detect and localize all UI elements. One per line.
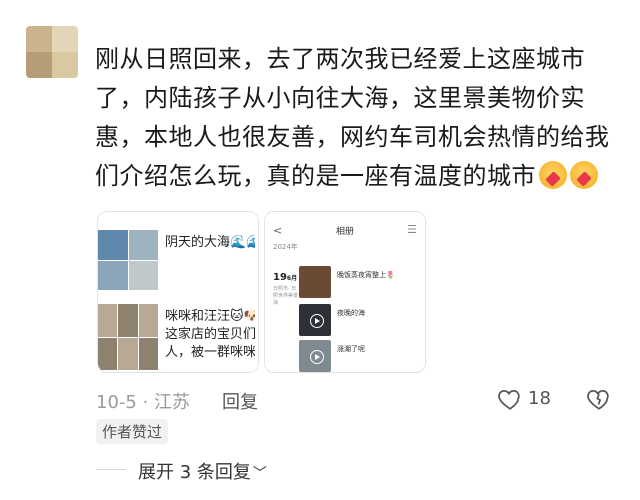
album-location: 日照市· 日照世界美景海 — [273, 286, 299, 306]
comment-body: 刚从日照回来，去了两次我已经爱上这座城市了，内陆孩子从小向往大海，这里景美物价实… — [95, 40, 615, 196]
expand-replies-label: 展开 3 条回复 — [138, 462, 251, 483]
comment-date-location: 10-5 · 江苏 — [96, 392, 191, 413]
attached-album-card[interactable]: < 相册 ☰ 2024年 196月 日照市· 日照世界美景海 晚饭蒸夜宵整上🌷 … — [264, 211, 426, 373]
user-avatar[interactable] — [26, 26, 78, 78]
food-thumbnail — [299, 266, 331, 298]
divider — [96, 469, 126, 470]
play-icon — [310, 314, 324, 328]
menu-icon: ☰ — [407, 223, 417, 236]
album-title: 相册 — [335, 227, 354, 237]
album-date-month: 6月 — [286, 275, 298, 282]
album-entry: 涨潮了呢 — [299, 340, 419, 372]
hugging-emoji-icon — [570, 161, 598, 189]
album-entry: 夜晚的海 — [299, 304, 419, 336]
broken-heart-icon[interactable] — [586, 386, 612, 412]
play-icon — [310, 350, 324, 364]
video-thumbnail — [299, 304, 331, 336]
card-item: 咪咪和汪汪🐱🐶 这家店的宝贝们特 人，被一群咪咪和 — [98, 304, 258, 372]
reply-button[interactable]: 回复 — [222, 388, 258, 414]
album-entry-caption: 涨潮了呢 — [337, 345, 365, 353]
album-date: 196月 — [273, 272, 297, 283]
chevron-down-icon: ﹀ — [252, 466, 267, 482]
expand-replies-button[interactable]: 展开 3 条回复 ﹀ — [138, 458, 267, 484]
card-item-text: 咪咪和汪汪🐱🐶 这家店的宝贝们特 人，被一群咪咪和 — [165, 308, 255, 362]
album-header: < 相册 ☰ — [265, 222, 425, 242]
card-item-line: 这家店的宝贝们特 — [165, 327, 255, 342]
album-entry: 晚饭蒸夜宵整上🌷 — [299, 266, 419, 298]
comment-text: 刚从日照回来，去了两次我已经爱上这座城市了，内陆孩子从小向往大海，这里景美物价实… — [95, 45, 610, 190]
album-year: 2024年 — [273, 243, 298, 251]
card-item: 阴天的大海🌊🌊 — [98, 230, 258, 300]
hugging-emoji-icon — [539, 161, 567, 189]
album-entry-caption: 夜晚的海 — [337, 309, 365, 317]
heart-icon[interactable] — [497, 386, 523, 412]
card-item-line: 咪咪和汪汪🐱🐶 — [165, 309, 255, 324]
pets-thumbnail — [98, 304, 158, 370]
like-count: 18 — [528, 388, 551, 409]
sea-thumbnail — [98, 230, 158, 290]
album-entry-caption: 晚饭蒸夜宵整上🌷 — [337, 271, 395, 279]
album-date-day: 19 — [273, 272, 287, 283]
author-liked-badge: 作者赞过 — [96, 419, 169, 444]
video-thumbnail — [299, 340, 331, 372]
card-item-line: 人，被一群咪咪和 — [165, 345, 255, 360]
card-item-title: 阴天的大海🌊🌊 — [165, 235, 255, 250]
attached-post-card-1[interactable]: 阴天的大海🌊🌊 咪咪和汪汪🐱🐶 这家店的宝贝们特 人，被一群咪咪和 — [97, 211, 259, 373]
